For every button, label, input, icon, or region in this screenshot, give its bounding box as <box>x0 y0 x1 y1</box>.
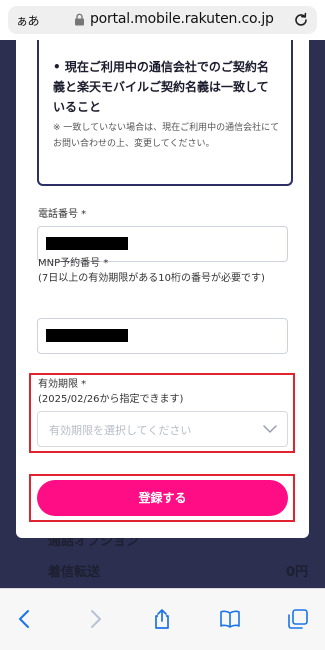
submit-highlight-box <box>29 474 295 522</box>
url-text: portal.mobile.rakuten.co.jp <box>90 11 274 27</box>
name-match-notice: • 現在ご利用中の通信会社でのご契約名義と楽天モバイルご契約名義は一致しているこ… <box>37 40 293 186</box>
expiry-highlight-box <box>29 373 295 453</box>
back-icon[interactable] <box>14 608 36 630</box>
browser-toolbar <box>0 588 325 650</box>
notice-note: ※ 一致していない場合は、現在ご利用中の通信会社にてお問い合わせの上、変更してく… <box>53 123 280 149</box>
text-size-button[interactable]: ぁあ <box>16 12 40 29</box>
browser-address-bar: ぁあ portal.mobile.rakuten.co.jp <box>0 0 325 40</box>
tabs-icon[interactable] <box>287 608 309 630</box>
redacted-value <box>46 329 128 342</box>
notice-bullet: • 現在ご利用中の通信会社でのご契約名義と楽天モバイルご契約名義は一致しているこ… <box>53 60 269 114</box>
background-row-label: 着信転送 <box>48 565 101 580</box>
mnp-number-input[interactable] <box>37 318 288 354</box>
mnp-form-modal: • 現在ご利用中の通信会社でのご契約名義と楽天モバイルご契約名義は一致しているこ… <box>16 40 309 538</box>
phone-label: 電話番号 * <box>38 209 87 220</box>
background-row-call-forwarding: 着信転送 0円 <box>48 561 308 580</box>
mnp-label: MNP予約番号 * <box>38 258 109 269</box>
forward-icon[interactable] <box>84 608 106 630</box>
bookmarks-icon[interactable] <box>219 608 241 630</box>
redacted-value <box>46 237 128 250</box>
background-row-value: 0円 <box>285 565 308 580</box>
url-field[interactable]: ぁあ portal.mobile.rakuten.co.jp <box>8 6 317 34</box>
lock-icon <box>75 13 84 26</box>
share-icon[interactable] <box>151 608 173 630</box>
reload-icon[interactable] <box>292 11 310 29</box>
mnp-hint: (7日以上の有効期限がある10桁の番号が必要です) <box>38 273 265 284</box>
